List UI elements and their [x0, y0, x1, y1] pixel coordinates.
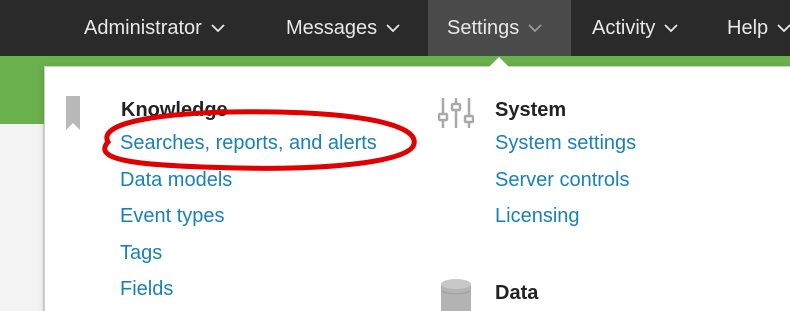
system-title: System: [495, 99, 567, 121]
chevron-down-icon: [776, 22, 790, 34]
nav-activity[interactable]: Activity: [592, 0, 679, 56]
nav-settings[interactable]: Settings: [428, 0, 571, 56]
page-background-strip: [0, 124, 44, 311]
annotation-ellipse: [88, 106, 418, 174]
data-title: Data: [495, 282, 539, 304]
top-navigation-bar: Administrator Messages Settings Activity…: [0, 0, 790, 56]
nav-help[interactable]: Help: [727, 0, 790, 56]
nav-administrator[interactable]: Administrator: [84, 0, 226, 56]
link-server-controls[interactable]: Server controls: [495, 169, 630, 192]
chevron-down-icon: [210, 22, 226, 34]
link-fields[interactable]: Fields: [120, 278, 173, 301]
chevron-down-icon: [663, 22, 679, 34]
link-event-types[interactable]: Event types: [120, 205, 225, 228]
dropdown-caret: [489, 57, 509, 67]
link-system-settings[interactable]: System settings: [495, 132, 636, 155]
chevron-down-icon: [527, 22, 543, 34]
link-licensing[interactable]: Licensing: [495, 205, 580, 228]
nav-help-label: Help: [727, 16, 769, 39]
nav-settings-label: Settings: [447, 16, 520, 39]
nav-messages-label: Messages: [286, 16, 378, 39]
chevron-down-icon: [385, 22, 401, 34]
nav-activity-label: Activity: [592, 16, 656, 39]
bookmark-icon: [66, 96, 80, 135]
link-tags[interactable]: Tags: [120, 242, 162, 265]
database-icon: [440, 279, 472, 311]
nav-administrator-label: Administrator: [84, 16, 202, 39]
sliders-icon: [437, 96, 475, 135]
nav-messages[interactable]: Messages: [286, 0, 401, 56]
